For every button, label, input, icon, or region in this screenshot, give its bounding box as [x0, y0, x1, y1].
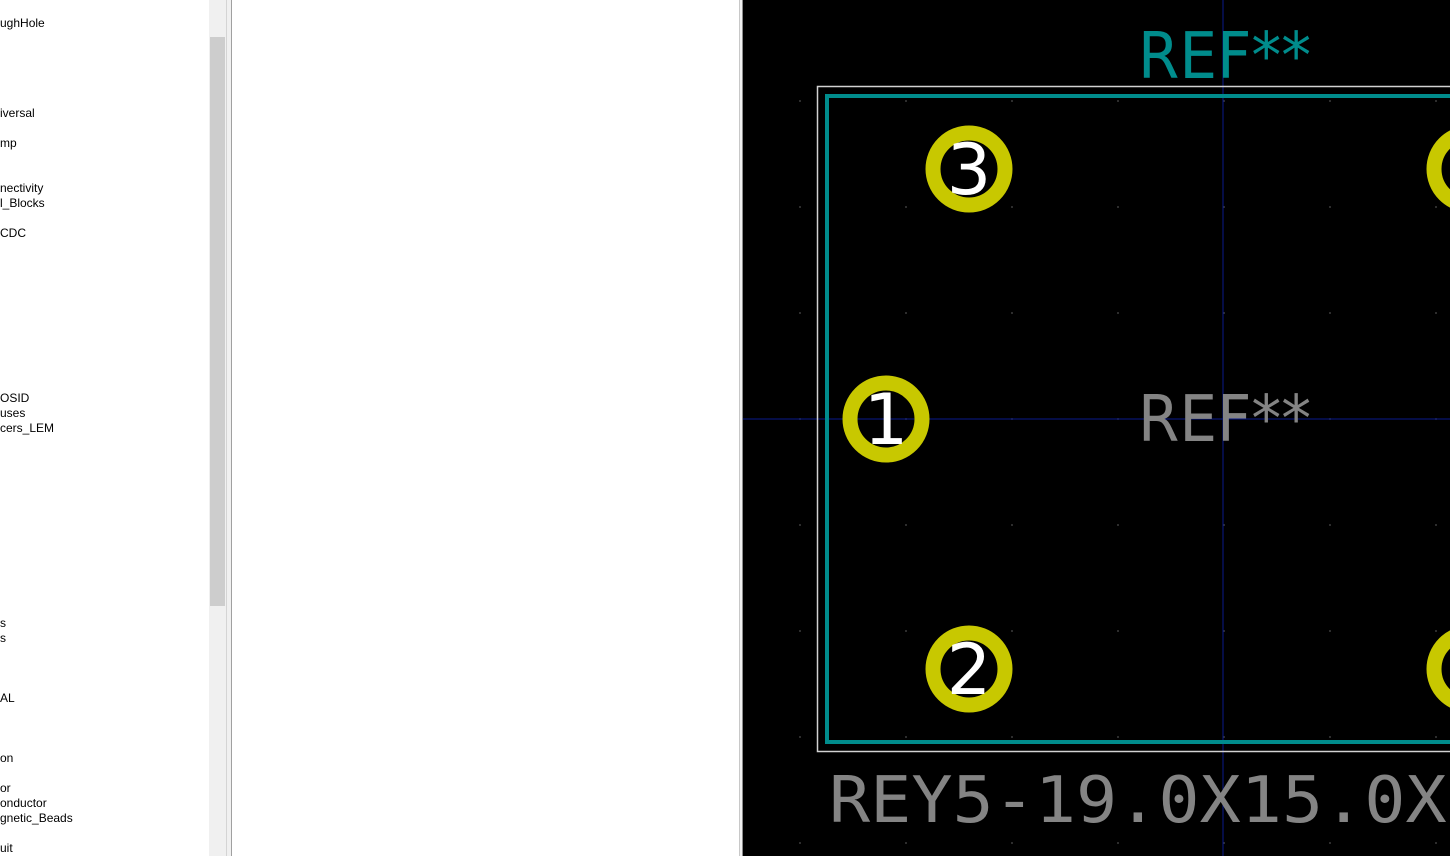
- pad-ring: [1426, 130, 1450, 208]
- grid-dot: [1117, 312, 1119, 314]
- footprint-preview: REF** REF** REY5-19.0X15.0X15 3 1 2: [743, 0, 1450, 856]
- grid-dot: [905, 736, 907, 738]
- grid-dot: [905, 524, 907, 526]
- grid-dot: [1011, 630, 1013, 632]
- grid-dot: [1011, 842, 1013, 844]
- grid-dot: [905, 206, 907, 208]
- grid-dot: [1435, 206, 1437, 208]
- grid-dot: [1329, 736, 1331, 738]
- grid-dot: [1117, 630, 1119, 632]
- pad-number: 2: [947, 629, 992, 711]
- grid-dot: [905, 630, 907, 632]
- reference-fab-text: REF**: [1138, 383, 1311, 457]
- grid-dot: [1117, 206, 1119, 208]
- grid-dot: [1329, 524, 1331, 526]
- grid-dot: [799, 206, 801, 208]
- grid-dot: [1435, 100, 1437, 102]
- footprint-preview-canvas[interactable]: REF** REF** REY5-19.0X15.0X15 3 1 2: [743, 0, 1450, 856]
- grid-dot: [1329, 206, 1331, 208]
- grid-dot: [1117, 842, 1119, 844]
- tree-item[interactable]: l_Blocks: [0, 196, 45, 211]
- tree-item[interactable]: uit: [0, 841, 13, 856]
- grid-dot: [905, 312, 907, 314]
- grid-dots: [799, 100, 1437, 844]
- footprint-list[interactable]: [232, 0, 739, 856]
- grid-dot: [905, 842, 907, 844]
- grid-dot: [1435, 842, 1437, 844]
- grid-dot: [1435, 736, 1437, 738]
- tree-scrollbar[interactable]: [209, 0, 226, 856]
- grid-dot: [1011, 206, 1013, 208]
- grid-dot: [799, 736, 801, 738]
- pad-ring: [1426, 630, 1450, 708]
- tree-item[interactable]: or: [0, 781, 11, 796]
- grid-dot: [905, 100, 907, 102]
- grid-dot: [1011, 100, 1013, 102]
- tree-item[interactable]: s: [0, 631, 6, 646]
- tree-item[interactable]: iversal: [0, 106, 35, 121]
- tree-item[interactable]: CDC: [0, 226, 26, 241]
- pad-partial[interactable]: [1426, 130, 1450, 208]
- tree-item[interactable]: uses: [0, 406, 25, 421]
- tree-item[interactable]: onductor: [0, 796, 47, 811]
- grid-dot: [799, 630, 801, 632]
- footprint-value-text: REY5-19.0X15.0X15: [829, 764, 1450, 838]
- library-tree[interactable]: ughHole iversal mp nectivity l_Blocks CD…: [0, 0, 209, 856]
- tree-item[interactable]: ughHole: [0, 16, 45, 31]
- pad-number: 1: [864, 379, 909, 461]
- grid-dot: [1435, 524, 1437, 526]
- grid-dot: [799, 100, 801, 102]
- grid-dot: [1011, 524, 1013, 526]
- grid-dot: [1435, 630, 1437, 632]
- tree-item[interactable]: gnetic_Beads: [0, 811, 73, 826]
- tree-item[interactable]: cers_LEM: [0, 421, 54, 436]
- tree-item[interactable]: OSID: [0, 391, 29, 406]
- grid-dot: [1329, 100, 1331, 102]
- grid-dot: [1117, 524, 1119, 526]
- grid-dot: [799, 842, 801, 844]
- pad-number: 3: [947, 129, 992, 211]
- tree-scrollbar-thumb[interactable]: [210, 37, 225, 606]
- tree-item[interactable]: on: [0, 751, 13, 766]
- grid-dot: [799, 524, 801, 526]
- reference-silk-text: REF**: [1138, 20, 1311, 94]
- grid-dot: [1117, 100, 1119, 102]
- tree-item[interactable]: nectivity: [0, 181, 43, 196]
- pad-1[interactable]: 1: [842, 375, 930, 463]
- grid-dot: [1329, 312, 1331, 314]
- grid-dot: [1011, 312, 1013, 314]
- tree-item[interactable]: AL: [0, 691, 15, 706]
- grid-dot: [1329, 842, 1331, 844]
- grid-dot: [799, 312, 801, 314]
- grid-dot: [1011, 736, 1013, 738]
- grid-dot: [1117, 736, 1119, 738]
- grid-dot: [1435, 312, 1437, 314]
- pad-2[interactable]: 2: [925, 625, 1013, 713]
- tree-item[interactable]: mp: [0, 136, 17, 151]
- tree-item[interactable]: s: [0, 616, 6, 631]
- pad-partial[interactable]: [1426, 630, 1450, 708]
- pad-3[interactable]: 3: [925, 125, 1013, 213]
- grid-dot: [1329, 630, 1331, 632]
